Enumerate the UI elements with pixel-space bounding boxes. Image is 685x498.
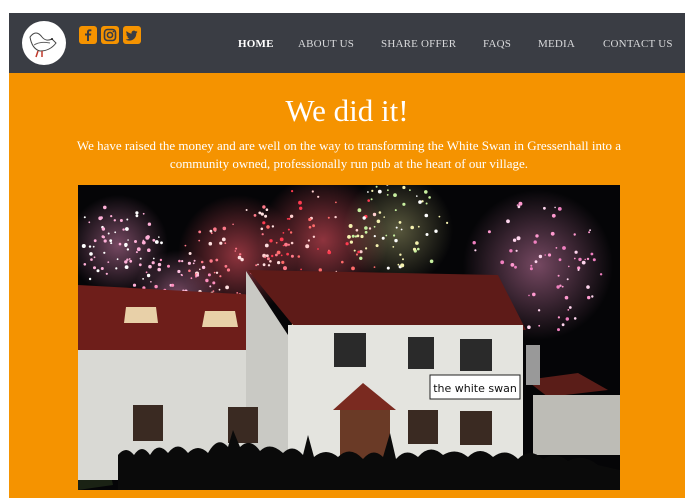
nav-home[interactable]: HOME — [238, 38, 274, 50]
nav-about-us[interactable]: ABOUT US — [298, 38, 354, 50]
hero-text: We have raised the money and are well on… — [76, 138, 622, 171]
navbar: HOME ABOUT US SHARE OFFER FAQS MEDIA CON… — [9, 13, 685, 73]
swan-logo[interactable] — [22, 21, 66, 65]
twitter-icon[interactable] — [123, 26, 141, 44]
pub-fireworks-image: the white swan — [78, 185, 620, 490]
instagram-icon[interactable] — [101, 26, 119, 44]
nav-contact-us[interactable]: CONTACT US — [603, 38, 673, 50]
hero-title: We did it! — [285, 93, 409, 128]
nav-share-offer[interactable]: SHARE OFFER — [381, 38, 456, 50]
nav-faqs[interactable]: FAQS — [483, 38, 511, 50]
page-frame: HOME ABOUT US SHARE OFFER FAQS MEDIA CON… — [9, 13, 685, 498]
pub-sign-text: the white swan — [433, 382, 517, 395]
facebook-icon[interactable] — [79, 26, 97, 44]
nav-media[interactable]: MEDIA — [538, 38, 575, 50]
